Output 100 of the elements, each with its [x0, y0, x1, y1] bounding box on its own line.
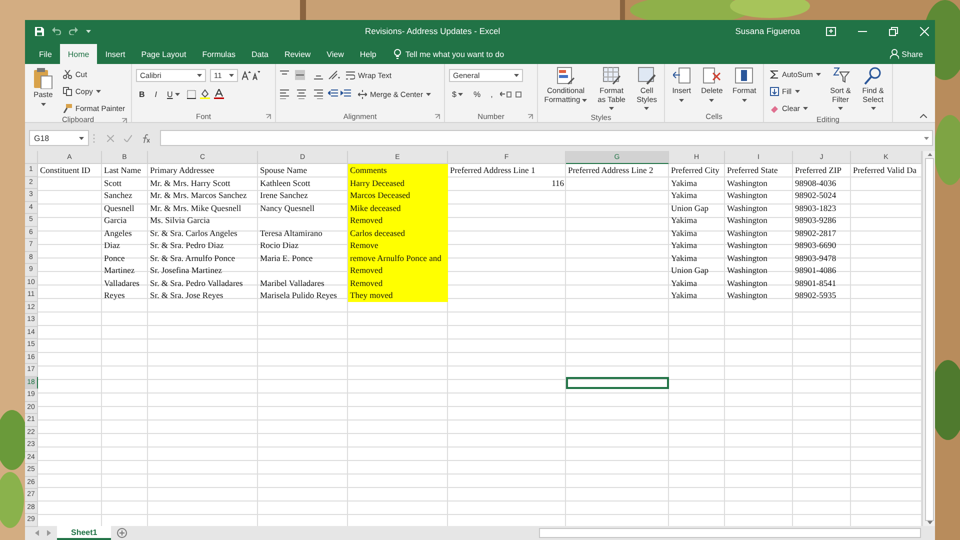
fill-color-icon	[200, 89, 210, 99]
redo-button[interactable]	[69, 27, 78, 35]
table-cell-text: Preferred ZIP	[794, 164, 842, 176]
vertical-scrollbar[interactable]	[922, 151, 935, 526]
person-icon	[890, 49, 899, 59]
caret-icon	[794, 90, 800, 92]
table-cell-text: 98908-4036	[794, 176, 838, 189]
bold-button[interactable]: B	[136, 87, 148, 101]
font-color-button[interactable]	[214, 89, 224, 99]
borders-button[interactable]	[186, 90, 196, 98]
table-cell-text: Mr. & Mrs. Marcos Sanchez	[149, 189, 248, 202]
close-icon	[920, 26, 929, 36]
orientation-button[interactable]	[328, 70, 340, 80]
indent-buttons[interactable]	[328, 89, 352, 99]
scroll-thumb[interactable]	[925, 158, 934, 521]
table-cell-text: 98901-4086	[794, 264, 838, 276]
table-cell-text: Sr. & Sra. Pedro Diaz	[149, 239, 225, 252]
table-cell-text: Washington	[726, 226, 768, 239]
insert-function-button[interactable]	[142, 134, 150, 142]
table-cell-text: Ms. Silvia Garcia	[149, 214, 211, 226]
percent-button[interactable]: %	[470, 87, 484, 101]
ribbon-tab[interactable]: Help	[352, 44, 384, 64]
table-cell-text: Martinez	[103, 264, 136, 276]
caret-icon	[174, 92, 180, 96]
selected-cell[interactable]	[566, 376, 669, 389]
ribbon-tab[interactable]: View	[318, 44, 352, 64]
sheet-tab[interactable]: Sheet1	[57, 526, 112, 540]
customize-button[interactable]	[86, 30, 91, 32]
eraser-icon	[770, 104, 779, 112]
fill-color-button[interactable]	[200, 89, 210, 99]
cell-reference: G18	[34, 134, 50, 142]
ribbon-tab[interactable]: File	[31, 44, 60, 64]
table-cell-text: Sanchez	[103, 189, 134, 202]
decimal-buttons[interactable]	[500, 90, 522, 98]
table-cell-text: Garcia	[103, 214, 128, 226]
italic-button[interactable]: I	[152, 87, 160, 101]
table-cell-text: Last Name	[103, 164, 142, 176]
underline-button[interactable]: U	[164, 87, 183, 101]
ribbon-tab[interactable]: Page Layout	[133, 44, 194, 64]
ribbon-tab[interactable]: Review	[276, 44, 319, 64]
dialog-launcher[interactable]	[528, 114, 533, 119]
table-cell-text: Union Gap	[670, 264, 710, 276]
table-cell: Removed	[348, 276, 448, 289]
font-size-buttons[interactable]	[242, 70, 260, 80]
up-arrow-icon	[926, 153, 932, 156]
down-arrow-icon	[926, 520, 932, 524]
table-cell-text: 116	[550, 176, 565, 189]
add-icon	[117, 528, 128, 538]
table-cell-text: Washington	[726, 289, 768, 302]
caret-icon	[679, 98, 684, 102]
table-cell-text: Washington	[726, 252, 768, 264]
comma-button[interactable]: ,	[488, 87, 496, 101]
redo-icon	[69, 27, 78, 35]
table-cell-text: Washington	[726, 239, 768, 252]
ribbon-tab[interactable]: Formulas	[194, 44, 244, 64]
table-cell-text: 98903-1823	[794, 202, 838, 214]
table-cell-text: Sr. & Sra. Carlos Angeles	[149, 226, 238, 239]
restore-button[interactable]	[889, 26, 898, 36]
sum-icon	[770, 70, 779, 78]
table-cell-text: Rocio Diaz	[259, 239, 300, 252]
formula-field[interactable]	[160, 130, 933, 146]
table-cell: Removed	[348, 264, 448, 276]
caret-icon	[79, 136, 84, 140]
table-cell-text: Yakima	[670, 289, 698, 302]
close-button[interactable]	[920, 26, 929, 36]
caret-icon	[458, 92, 464, 96]
ribbon-tab[interactable]: Home	[60, 44, 98, 64]
ribbon-tab[interactable]: Insert	[97, 44, 134, 64]
dialog-launcher[interactable]	[122, 118, 127, 123]
table-cell-text: Diaz	[103, 239, 122, 252]
table-cell-text: Sr. & Sra. Jose Reyes	[149, 289, 224, 302]
undo-button[interactable]	[52, 27, 61, 35]
indent-icons	[328, 89, 352, 99]
dialog-launcher[interactable]	[435, 114, 440, 119]
currency-button[interactable]: $	[449, 87, 466, 101]
check-icon	[124, 134, 132, 142]
table-cell-text: Yakima	[670, 214, 698, 226]
table-cell-text: Preferred Address Line 1	[449, 164, 536, 176]
save-button[interactable]	[35, 26, 44, 36]
horizontal-align-buttons[interactable]	[280, 89, 324, 99]
lightbulb-icon	[394, 49, 402, 59]
conditional-formatting-icon	[556, 67, 575, 85]
table-cell-text: Spouse Name	[259, 164, 308, 176]
caret-icon	[816, 72, 821, 76]
chevron-up-icon	[920, 114, 927, 118]
ribbon-options-button[interactable]	[826, 26, 836, 36]
table-cell-text: 98903-6690	[794, 239, 838, 252]
collapse-ribbon-button[interactable]	[920, 114, 927, 118]
add-sheet-button[interactable]	[117, 528, 128, 538]
ribbon-tab[interactable]: Data	[244, 44, 276, 64]
dialog-launcher[interactable]	[266, 114, 271, 119]
vertical-align-buttons[interactable]	[280, 70, 324, 80]
tell-me-field[interactable]: Tell me what you want to do	[390, 44, 508, 64]
caret-icon	[870, 107, 876, 110]
share-button[interactable]: Share	[884, 44, 929, 64]
name-box[interactable]: G18	[29, 130, 89, 146]
font-color-icon	[214, 89, 224, 99]
horizontal-scrollbar[interactable]	[539, 528, 921, 538]
table-cell-text: 98902-5024	[794, 189, 838, 202]
table-cell-text: Washington	[726, 176, 768, 189]
